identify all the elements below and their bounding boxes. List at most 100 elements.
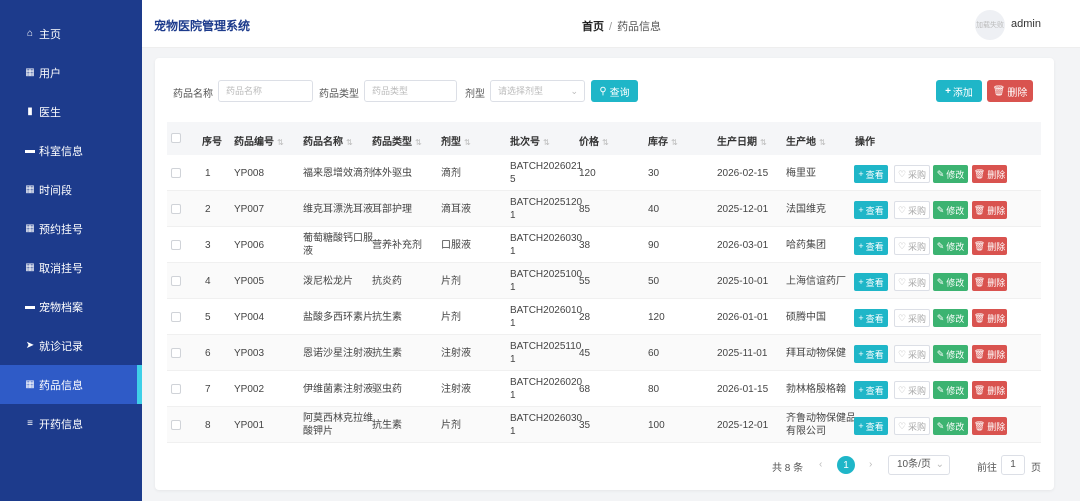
row-checkbox[interactable]: [171, 312, 181, 322]
view-button-label: 查看: [865, 169, 884, 180]
col-header-price[interactable]: 价格 ⇅: [579, 133, 609, 148]
avatar[interactable]: 加载失败: [975, 10, 1005, 40]
delete-button-label: 删除: [987, 205, 1006, 216]
sidebar-item-9[interactable]: ▦ 药品信息: [0, 365, 142, 404]
cell-type: 抗炎药: [372, 276, 402, 287]
delete-button[interactable]: 🗑 删除: [972, 345, 1007, 363]
cell-no: 5: [205, 312, 211, 323]
buy-button[interactable]: ♡ 采购: [894, 273, 930, 291]
buy-button[interactable]: ♡ 采购: [894, 201, 930, 219]
sidebar-item-4[interactable]: ▦ 时间段: [0, 170, 142, 209]
drug-name-input[interactable]: 药品名称: [218, 80, 313, 102]
username[interactable]: admin: [1011, 18, 1041, 30]
sidebar-item-10[interactable]: ≡ 开药信息: [0, 404, 142, 443]
view-button[interactable]: + 查看: [854, 165, 888, 183]
view-button[interactable]: + 查看: [854, 345, 888, 363]
col-header-form-label: 剂型: [441, 137, 461, 148]
sidebar-item-0[interactable]: ⌂ 主页: [0, 14, 142, 53]
pagination-total: 共 8 条: [772, 463, 804, 474]
buy-button[interactable]: ♡ 采购: [894, 309, 930, 327]
col-header-batch[interactable]: 批次号 ⇅: [510, 133, 550, 148]
edit-button[interactable]: ✎ 修改: [933, 201, 968, 219]
col-header-date[interactable]: 生产日期 ⇅: [717, 133, 767, 148]
delete-button[interactable]: 🗑 删除: [972, 201, 1007, 219]
delete-button[interactable]: 🗑 删除: [972, 309, 1007, 327]
row-checkbox[interactable]: [171, 348, 181, 358]
sidebar-item-3[interactable]: ▬ 科室信息: [0, 131, 142, 170]
edit-button-label: 修改: [946, 277, 965, 288]
edit-button[interactable]: ✎ 修改: [933, 165, 968, 183]
row-checkbox[interactable]: [171, 168, 181, 178]
cell-date: 2025-11-01: [717, 348, 768, 359]
buy-button-label: 采购: [908, 169, 927, 180]
col-header-code[interactable]: 药品编号 ⇅: [234, 133, 284, 148]
cell-form: 注射液: [441, 384, 471, 395]
edit-button[interactable]: ✎ 修改: [933, 381, 968, 399]
buy-button[interactable]: ♡ 采购: [894, 165, 930, 183]
edit-button[interactable]: ✎ 修改: [933, 309, 968, 327]
cell-type: 耳部护理: [372, 204, 412, 215]
sidebar-item-6[interactable]: ▦ 取消挂号: [0, 248, 142, 287]
cell-name: 盐酸多西环素片: [303, 312, 373, 323]
view-button[interactable]: + 查看: [854, 273, 888, 291]
current-page-button[interactable]: 1: [837, 456, 855, 474]
buy-button-label: 采购: [908, 205, 927, 216]
row-checkbox[interactable]: [171, 240, 181, 250]
trash-icon: 🗑: [973, 168, 986, 179]
breadcrumb-current: 药品信息: [617, 21, 662, 33]
view-button[interactable]: + 查看: [854, 381, 888, 399]
sidebar-item-7[interactable]: ▬ 宠物档案: [0, 287, 142, 326]
edit-button[interactable]: ✎ 修改: [933, 417, 968, 435]
sidebar-item-5[interactable]: ▦ 预约挂号: [0, 209, 142, 248]
breadcrumb-home[interactable]: 首页: [582, 21, 604, 33]
edit-button[interactable]: ✎ 修改: [933, 273, 968, 291]
row-checkbox[interactable]: [171, 204, 181, 214]
buy-button-label: 采购: [908, 241, 927, 252]
page-size-select[interactable]: 10条/页 ⌄: [888, 455, 950, 475]
delete-button[interactable]: 🗑 删除: [972, 417, 1007, 435]
col-header-name-label: 药品名称: [303, 137, 343, 148]
select-all-checkbox[interactable]: [171, 133, 181, 143]
view-button[interactable]: + 查看: [854, 201, 888, 219]
buy-button[interactable]: ♡ 采购: [894, 237, 930, 255]
add-button[interactable]: + 添加: [936, 80, 982, 102]
col-header-name[interactable]: 药品名称 ⇅: [303, 133, 353, 148]
plus-icon: +: [858, 205, 864, 215]
delete-button-label: 删除: [987, 349, 1006, 360]
prev-page-button[interactable]: ‹: [819, 459, 822, 470]
edit-button[interactable]: ✎ 修改: [933, 345, 968, 363]
sidebar-item-2[interactable]: ▮ 医生: [0, 92, 142, 131]
col-header-type[interactable]: 药品类型 ⇅: [372, 133, 422, 148]
search-button[interactable]: ⚲ 查询: [591, 80, 638, 102]
cell-code: YP003: [234, 348, 265, 359]
table-row: 3 YP006 葡萄糖酸钙口服 液营养补充剂 口服液 BATCH2026030 1 38 9…: [167, 227, 1041, 263]
view-button[interactable]: + 查看: [854, 417, 888, 435]
view-button[interactable]: + 查看: [854, 237, 888, 255]
row-checkbox[interactable]: [171, 384, 181, 394]
view-button[interactable]: + 查看: [854, 309, 888, 327]
bulk-delete-button[interactable]: 🗑 删除: [987, 80, 1033, 102]
col-header-stock[interactable]: 库存 ⇅: [648, 133, 678, 148]
delete-button[interactable]: 🗑 删除: [972, 237, 1007, 255]
cell-code: YP002: [234, 384, 265, 395]
row-checkbox[interactable]: [171, 420, 181, 430]
delete-button[interactable]: 🗑 删除: [972, 273, 1007, 291]
goto-page-input[interactable]: 1: [1001, 455, 1025, 475]
buy-button[interactable]: ♡ 采购: [894, 345, 930, 363]
edit-button-label: 修改: [946, 313, 965, 324]
row-checkbox[interactable]: [171, 276, 181, 286]
buy-button[interactable]: ♡ 采购: [894, 381, 930, 399]
col-header-form[interactable]: 剂型 ⇅: [441, 133, 471, 148]
view-button-label: 查看: [865, 241, 884, 252]
sidebar-item-1[interactable]: ▦ 用户: [0, 53, 142, 92]
next-page-button[interactable]: ›: [869, 459, 872, 470]
edit-button[interactable]: ✎ 修改: [933, 237, 968, 255]
sidebar-item-8[interactable]: ➤ 就诊记录: [0, 326, 142, 365]
col-header-origin[interactable]: 生产地 ⇅: [786, 133, 826, 148]
delete-button[interactable]: 🗑 删除: [972, 381, 1007, 399]
delete-button[interactable]: 🗑 删除: [972, 165, 1007, 183]
dosage-form-select[interactable]: 请选择剂型 ⌄: [490, 80, 585, 102]
heart-icon: ♡: [897, 312, 907, 323]
buy-button[interactable]: ♡ 采购: [894, 417, 930, 435]
drug-type-input[interactable]: 药品类型: [364, 80, 457, 102]
